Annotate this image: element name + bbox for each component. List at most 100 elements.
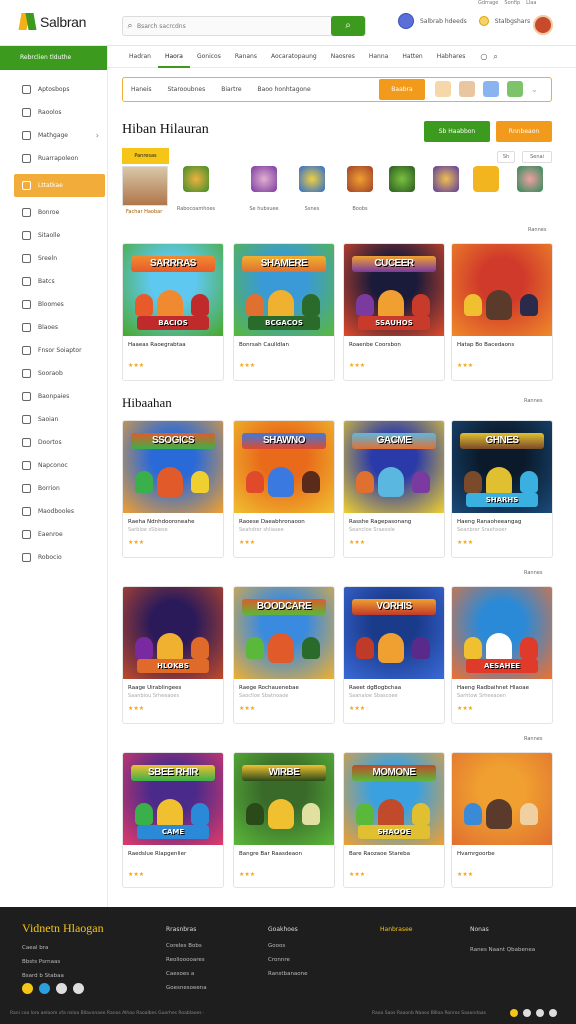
footer-link[interactable]: Caesoes a: [166, 967, 207, 981]
top-link[interactable]: Sonfip: [504, 0, 520, 6]
game-cover-image[interactable]: VORHIS: [344, 587, 444, 679]
search-input[interactable]: [137, 22, 317, 30]
game-card[interactable]: SARRRAS BACIOS Haaeas Raoegrabtaa ★★★: [122, 243, 224, 381]
footer-link[interactable]: Caeal bra: [22, 941, 64, 955]
footer-link[interactable]: Ranstbanaone: [268, 967, 308, 981]
game-cover-image[interactable]: AESAHEE: [452, 587, 552, 679]
game-card[interactable]: SHAMERE BCGACOS Bonrsah Caulldlan ★★★: [233, 243, 335, 381]
game-title[interactable]: Roaenbe Coorsbon: [344, 336, 444, 350]
profile-avatar[interactable]: [533, 15, 553, 35]
game-card[interactable]: CUCEER SSAUHOS Roaenbe Coorsbon ★★★: [343, 243, 445, 381]
game-cover-image[interactable]: SBEE RHIR CAME: [123, 753, 223, 845]
game-cover-image[interactable]: SHAMERE BCGACOS: [234, 244, 334, 336]
game-card[interactable]: SSOGICS Raeha Ndnhdooroneahe Sarbloe sSbie…: [122, 420, 224, 558]
nav-tab[interactable]: Hadran: [122, 46, 158, 68]
secondary-button[interactable]: Rnnbeaon: [496, 121, 552, 142]
game-title[interactable]: Bare Raozaoe Stareba: [344, 845, 444, 859]
feature-item[interactable]: [426, 166, 466, 192]
instagram-icon[interactable]: [56, 983, 67, 994]
character-icon[interactable]: [435, 81, 451, 97]
game-title[interactable]: Bonrsah Caulldlan: [234, 336, 334, 350]
sidebar-item[interactable]: Baonpaies: [0, 385, 107, 408]
filter-button[interactable]: Baabra: [379, 79, 425, 100]
feature-item[interactable]: Rabocoamhoes: [176, 166, 216, 212]
more-link[interactable]: Rannes: [524, 736, 542, 742]
search-bar[interactable]: ⌕ ⌕: [122, 16, 366, 36]
logo[interactable]: Salbran: [18, 13, 86, 30]
lightning-icon[interactable]: [22, 983, 33, 994]
game-title[interactable]: Rasshe Ragepasonang: [344, 513, 444, 527]
feature-item[interactable]: Ssnes: [292, 166, 332, 212]
game-title[interactable]: Hvamrgoorbe: [452, 845, 552, 859]
game-title[interactable]: Bangre Bar Raasdeaon: [234, 845, 334, 859]
game-card[interactable]: SHAWNO Raoese Daeabhronaoon Seahdrer shlia…: [233, 420, 335, 558]
sidebar-item[interactable]: Bloomes: [0, 293, 107, 316]
game-cover-image[interactable]: [452, 244, 552, 336]
nav-tab[interactable]: Haora: [157, 46, 190, 68]
sidebar-item[interactable]: Batcs: [0, 270, 107, 293]
search-button[interactable]: ⌕: [331, 16, 365, 36]
filter-label[interactable]: Starooubnes: [167, 86, 205, 93]
chevron-down-icon[interactable]: ⌄: [531, 85, 538, 94]
feature-item[interactable]: [510, 166, 550, 192]
game-cover-image[interactable]: SSOGICS: [123, 421, 223, 513]
discord-icon[interactable]: [73, 983, 84, 994]
game-title[interactable]: Raeha Ndnhdooroneahe: [123, 513, 223, 527]
sidebar-item[interactable]: Blaoes: [0, 316, 107, 339]
sidebar-item[interactable]: Eaenroe: [0, 523, 107, 546]
sidebar-item[interactable]: Ruarrapoleon: [0, 147, 107, 170]
game-title[interactable]: Raage Uirablingees: [123, 679, 223, 693]
game-cover-image[interactable]: HLOKBS: [123, 587, 223, 679]
sidebar-item[interactable]: Doortos: [0, 431, 107, 454]
game-cover-image[interactable]: GHNES SHARHS: [452, 421, 552, 513]
game-title[interactable]: Haaeas Raoegrabtaa: [123, 336, 223, 350]
footer-link[interactable]: Bbsts Psrnaas: [22, 955, 64, 969]
nav-tab[interactable]: Hatten: [395, 46, 429, 68]
more-link[interactable]: Rannes: [524, 398, 542, 404]
sidebar-item[interactable]: Napconoc: [0, 454, 107, 477]
featured-character[interactable]: [122, 166, 168, 206]
top-link[interactable]: Gdrrage: [478, 0, 498, 6]
game-cover-image[interactable]: MOMONE SHAOOE: [344, 753, 444, 845]
footer-link[interactable]: Bsard b Stabaa: [22, 969, 64, 983]
sidebar-item[interactable]: Saoian: [0, 408, 107, 431]
sidebar-item[interactable]: Sreeln: [0, 247, 107, 270]
feature-item[interactable]: Se hubsuee: [244, 166, 284, 212]
top-link[interactable]: Llaa: [526, 0, 536, 6]
sidebar-item[interactable]: Mathgage ›: [0, 124, 107, 147]
game-card[interactable]: VORHIS Raeet dgBogbchaa Saanaloe Sbascoee ★…: [343, 586, 445, 724]
game-title[interactable]: Raoese Daeabhronaoon: [234, 513, 334, 527]
game-card[interactable]: Hvamrgoorbe ★★★: [451, 752, 553, 888]
footer-link[interactable]: Gooos: [268, 939, 308, 953]
nav-tab[interactable]: Hanna: [362, 46, 395, 68]
character-icon[interactable]: [507, 81, 523, 97]
game-card[interactable]: AESAHEE Haeng Radbaihnet Hlaoae Sarhtow Sr…: [451, 586, 553, 724]
filter-label[interactable]: Baoo honhtagone: [258, 86, 311, 93]
game-card[interactable]: BOODCARE Raege Rochauenebae Saoclloe Sbatn…: [233, 586, 335, 724]
footer-link[interactable]: Reoliooooares: [166, 953, 207, 967]
game-card[interactable]: GACME Rasshe Ragepasonang Seancloe Sraesol…: [343, 420, 445, 558]
feature-item[interactable]: Boobs: [340, 166, 380, 212]
game-cover-image[interactable]: WIRBE: [234, 753, 334, 845]
game-cover-image[interactable]: CUCEER SSAUHOS: [344, 244, 444, 336]
footer-bottom-links[interactable]: Raoa Saos Raaonb Naaos Bllloa Ronros Saa…: [372, 1011, 486, 1016]
footer-link[interactable]: Coreles Bobs: [166, 939, 207, 953]
game-title[interactable]: Raeet dgBogbchaa: [344, 679, 444, 693]
twitter-icon[interactable]: [39, 983, 50, 994]
sidebar-item[interactable]: Sitaolle: [0, 224, 107, 247]
sidebar-item[interactable]: Raoolos: [0, 101, 107, 124]
sidebar-item[interactable]: Fnsor Soiaptor: [0, 339, 107, 362]
sort-toggle[interactable]: Sh: [497, 151, 515, 163]
nav-tab[interactable]: Ranans: [228, 46, 264, 68]
sidebar-item[interactable]: Maodbooles: [0, 500, 107, 523]
sidebar-item[interactable]: Aptosbops: [0, 78, 107, 101]
game-card[interactable]: SBEE RHIR CAME Raedslue Rlapgenlier ★★★: [122, 752, 224, 888]
sidebar-item[interactable]: Bonroe: [0, 201, 107, 224]
game-cover-image[interactable]: SHAWNO: [234, 421, 334, 513]
footer-link[interactable]: Cronnre: [268, 953, 308, 967]
footer-link[interactable]: Goesnesoeena: [166, 981, 207, 995]
game-card[interactable]: Hatap Bo Bacedaons ★★★: [451, 243, 553, 381]
game-title[interactable]: Hatap Bo Bacedaons: [452, 336, 552, 350]
feature-item[interactable]: [382, 166, 422, 192]
character-icon[interactable]: [459, 81, 475, 97]
